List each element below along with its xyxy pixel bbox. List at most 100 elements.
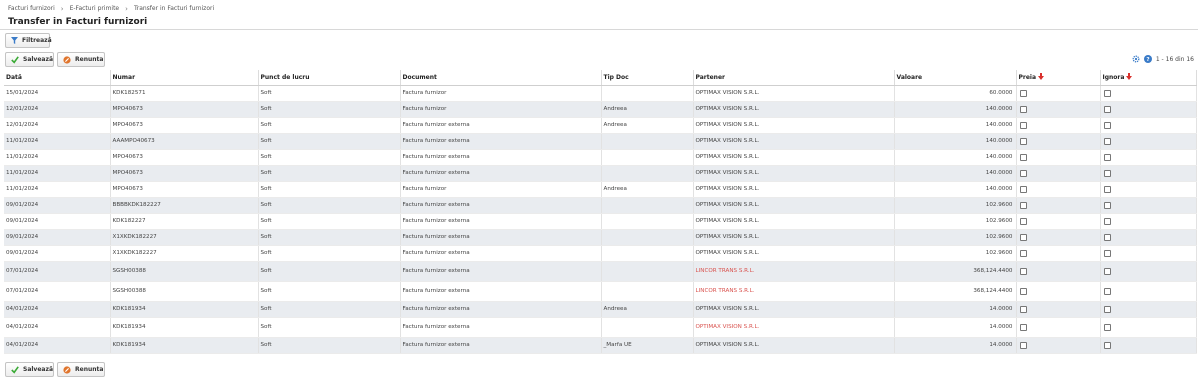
ignora-checkbox[interactable] bbox=[1103, 153, 1111, 161]
table-row[interactable]: 11/01/2024 MPO40673 Soft Factura furnizor e… bbox=[4, 165, 1197, 182]
column-header-date[interactable]: Dată bbox=[4, 70, 111, 86]
preia-checkbox[interactable] bbox=[1019, 233, 1027, 241]
preia-checkbox[interactable] bbox=[1019, 153, 1027, 161]
table-row[interactable]: 04/01/2024 KDK181934 Soft Factura furnizor … bbox=[4, 301, 1197, 318]
cell-date: 04/01/2024 bbox=[4, 301, 111, 318]
cancel-button-bottom[interactable]: Renunta bbox=[57, 362, 105, 377]
table-row[interactable]: 11/01/2024 MPO40673 Soft Factura furnizor e… bbox=[4, 149, 1197, 166]
table-row[interactable]: 09/01/2024 BBBBKDK182227 Soft Factura furni… bbox=[4, 197, 1197, 214]
ignora-checkbox[interactable] bbox=[1103, 267, 1111, 275]
ignora-checkbox[interactable] bbox=[1103, 185, 1111, 193]
cell-partner: OPTIMAX VISION S.R.L. bbox=[693, 149, 895, 166]
ignora-checkbox[interactable] bbox=[1103, 249, 1111, 257]
ignora-checkbox[interactable] bbox=[1103, 121, 1111, 129]
ignora-checkbox[interactable] bbox=[1103, 201, 1111, 209]
table-row[interactable]: 11/01/2024 MPO40673 Soft Factura furnizor An… bbox=[4, 181, 1197, 198]
column-header-document[interactable]: Document bbox=[400, 70, 602, 86]
ignora-checkbox[interactable] bbox=[1103, 233, 1111, 241]
column-header-preia[interactable]: Preia bbox=[1016, 70, 1101, 86]
cell-ignora bbox=[1100, 133, 1197, 150]
table-row[interactable]: 09/01/2024 X1XKDK182227 Soft Factura furniz… bbox=[4, 229, 1197, 246]
preia-checkbox[interactable] bbox=[1019, 185, 1027, 193]
breadcrumb-item-e-facturi-primite[interactable]: E-Facturi primite bbox=[70, 5, 120, 12]
cell-partner: OPTIMAX VISION S.R.L. bbox=[693, 301, 895, 318]
table-row[interactable]: 11/01/2024 AAAMPO40673 Soft Factura furnizo… bbox=[4, 133, 1197, 150]
table-row[interactable]: 12/01/2024 MPO40673 Soft Factura furnizor e… bbox=[4, 117, 1197, 134]
page-title: Transfer in Facturi furnizori bbox=[8, 17, 148, 27]
save-button-bottom[interactable]: Salvează bbox=[5, 362, 54, 377]
breadcrumb-chevron-icon: › bbox=[60, 4, 64, 13]
cell-value: 60.0000 bbox=[894, 85, 1017, 102]
cell-tipdoc bbox=[601, 85, 694, 102]
column-header-ignora[interactable]: Ignora bbox=[1100, 70, 1197, 86]
cell-number: KDK181934 bbox=[110, 301, 259, 318]
arrow-down-icon[interactable] bbox=[1126, 72, 1133, 82]
preia-checkbox[interactable] bbox=[1019, 267, 1027, 275]
cell-document: Factura furnizor externa bbox=[400, 301, 602, 318]
cancel-icon bbox=[63, 365, 71, 374]
preia-checkbox[interactable] bbox=[1019, 217, 1027, 225]
cell-number: MPO40673 bbox=[110, 117, 259, 134]
ignora-checkbox[interactable] bbox=[1103, 105, 1111, 113]
save-button[interactable]: Salvează bbox=[5, 52, 54, 67]
cell-preia bbox=[1016, 337, 1101, 354]
ignora-checkbox[interactable] bbox=[1103, 89, 1111, 97]
ignora-checkbox[interactable] bbox=[1103, 323, 1111, 331]
preia-checkbox[interactable] bbox=[1019, 249, 1027, 257]
ignora-checkbox[interactable] bbox=[1103, 169, 1111, 177]
cancel-button-label: Renunta bbox=[75, 56, 104, 63]
column-header-value[interactable]: Valoare bbox=[894, 70, 1017, 86]
preia-checkbox[interactable] bbox=[1019, 201, 1027, 209]
cell-value: 102.9600 bbox=[894, 245, 1017, 262]
arrow-down-icon[interactable] bbox=[1038, 72, 1045, 82]
cell-location: Soft bbox=[258, 229, 401, 246]
column-header-number[interactable]: Numar bbox=[110, 70, 259, 86]
column-header-location[interactable]: Punct de lucru bbox=[258, 70, 401, 86]
cell-preia bbox=[1016, 149, 1101, 166]
cell-date: 12/01/2024 bbox=[4, 101, 111, 118]
ignora-checkbox[interactable] bbox=[1103, 287, 1111, 295]
table-row[interactable]: 09/01/2024 KDK182227 Soft Factura furnizor … bbox=[4, 213, 1197, 230]
cell-partner: OPTIMAX VISION S.R.L. bbox=[693, 337, 895, 354]
column-header-tipdoc[interactable]: Tip Doc bbox=[601, 70, 694, 86]
ignora-checkbox[interactable] bbox=[1103, 341, 1111, 349]
table-row[interactable]: 09/01/2024 X1XKDK182227 Soft Factura furniz… bbox=[4, 245, 1197, 262]
cell-ignora bbox=[1100, 261, 1197, 282]
ignora-checkbox[interactable] bbox=[1103, 137, 1111, 145]
preia-checkbox[interactable] bbox=[1019, 89, 1027, 97]
cell-preia bbox=[1016, 317, 1101, 338]
table-row[interactable]: 04/01/2024 KDK181934 Soft Factura furnizor … bbox=[4, 317, 1197, 338]
column-header-ignora-label: Ignora bbox=[1102, 73, 1125, 81]
ignora-checkbox[interactable] bbox=[1103, 305, 1111, 313]
table-row[interactable]: 12/01/2024 MPO40673 Soft Factura furnizor An… bbox=[4, 101, 1197, 118]
table-row[interactable]: 07/01/2024 SGSH00388 Soft Factura furnizor … bbox=[4, 281, 1197, 302]
preia-checkbox[interactable] bbox=[1019, 121, 1027, 129]
table-row[interactable]: 07/01/2024 SGSH00388 Soft Factura furnizor … bbox=[4, 261, 1197, 282]
help-icon[interactable]: ? bbox=[1143, 55, 1152, 63]
table-row[interactable]: 04/01/2024 KDK181934 Soft Factura furnizor … bbox=[4, 337, 1197, 354]
column-header-partner[interactable]: Partener bbox=[693, 70, 895, 86]
cell-ignora bbox=[1100, 165, 1197, 182]
cell-preia bbox=[1016, 213, 1101, 230]
cell-value: 140.0000 bbox=[894, 117, 1017, 134]
ignora-checkbox[interactable] bbox=[1103, 217, 1111, 225]
settings-gear-icon[interactable] bbox=[1132, 55, 1140, 63]
pager: ? 1 - 16 din 16 bbox=[1132, 55, 1194, 63]
preia-checkbox[interactable] bbox=[1019, 323, 1027, 331]
cell-ignora bbox=[1100, 245, 1197, 262]
preia-checkbox[interactable] bbox=[1019, 169, 1027, 177]
preia-checkbox[interactable] bbox=[1019, 105, 1027, 113]
preia-checkbox[interactable] bbox=[1019, 287, 1027, 295]
preia-checkbox[interactable] bbox=[1019, 341, 1027, 349]
save-button-label: Salvează bbox=[23, 56, 53, 63]
cell-value: 102.9600 bbox=[894, 229, 1017, 246]
table-row[interactable]: 15/01/2024 KDK182571 Soft Factura furnizor O… bbox=[4, 85, 1197, 102]
preia-checkbox[interactable] bbox=[1019, 305, 1027, 313]
cancel-button[interactable]: Renunta bbox=[57, 52, 105, 67]
cell-partner: OPTIMAX VISION S.R.L. bbox=[693, 133, 895, 150]
breadcrumb-item-current: Transfer in Facturi furnizori bbox=[133, 5, 215, 12]
preia-checkbox[interactable] bbox=[1019, 137, 1027, 145]
filter-button[interactable]: Filtrează bbox=[5, 33, 52, 48]
breadcrumb-item-facturi-furnizori[interactable]: Facturi furnizori bbox=[8, 5, 55, 12]
cell-value: 368,124.4400 bbox=[894, 261, 1017, 282]
